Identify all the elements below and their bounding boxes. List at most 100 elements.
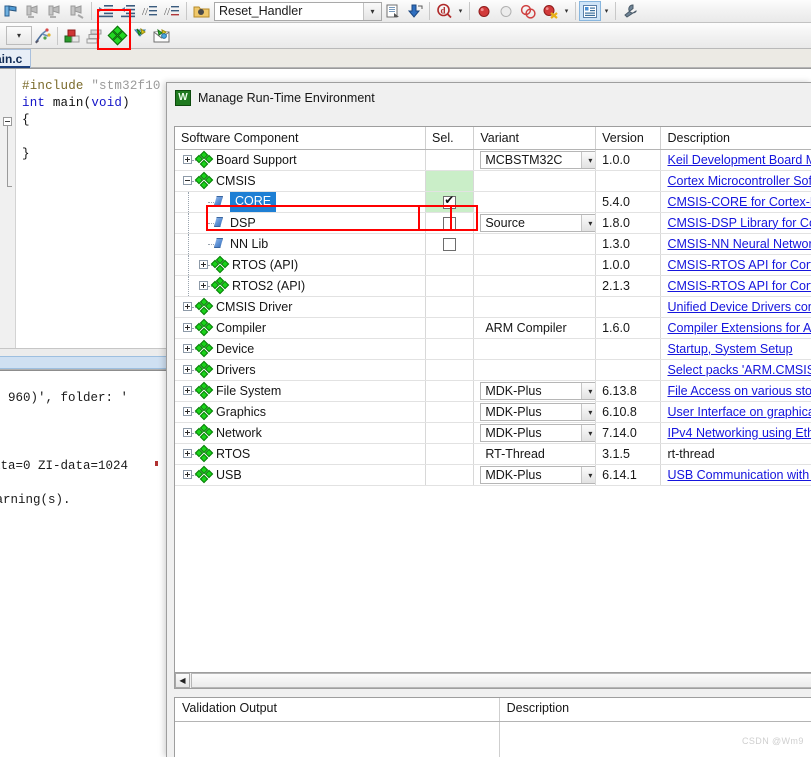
cell-select[interactable] — [425, 443, 475, 465]
cell-software-component[interactable]: File System — [175, 380, 427, 402]
expand-icon[interactable] — [199, 259, 208, 269]
cell-variant[interactable]: MDK-Plus ▾ — [473, 422, 597, 444]
cell-description[interactable]: Startup, System Setup — [660, 338, 811, 360]
table-row[interactable]: File System MDK-Plus ▾ 6.13.8 File Access on… — [175, 380, 811, 402]
chevron-down-icon[interactable]: ▾ — [561, 1, 572, 21]
table-row[interactable]: Drivers Select packs 'ARM.CMSIS.3.20.x — [175, 359, 811, 381]
cell-description[interactable]: CMSIS-RTOS API for Cortex-M, — [660, 275, 811, 297]
col-header-version[interactable]: Version — [595, 127, 662, 150]
component-select-checkbox[interactable] — [443, 193, 457, 209]
cell-software-component[interactable]: CORE — [175, 191, 427, 213]
cell-software-component[interactable]: USB — [175, 464, 427, 486]
debug-search-icon[interactable]: d — [433, 1, 455, 21]
software-component-table[interactable]: Software Component Sel. Variant Version … — [174, 126, 811, 681]
indent-increase-icon[interactable] — [95, 1, 117, 21]
cell-select[interactable] — [425, 275, 475, 297]
description-link[interactable]: CMSIS-RTOS API for Cortex-M, — [667, 279, 811, 293]
cell-variant[interactable] — [473, 275, 597, 297]
cell-software-component[interactable]: DSP — [175, 212, 427, 234]
description-link[interactable]: CMSIS-DSP Library for Cortex-M — [667, 216, 811, 230]
chevron-down-icon[interactable]: ▾ — [455, 1, 466, 21]
variant-dropdown[interactable]: MDK-Plus ▾ — [480, 382, 595, 400]
tab-main-c[interactable]: ain.c — [0, 49, 32, 68]
table-row[interactable]: Board Support MCBSTM32C ▾ 1.0.0 Keil Develop… — [175, 149, 811, 171]
expand-icon[interactable] — [199, 280, 208, 290]
scroll-left-arrow-icon[interactable]: ◀ — [175, 673, 190, 688]
build-icon[interactable] — [61, 26, 83, 46]
configure-tools-icon[interactable] — [619, 1, 641, 21]
cell-variant[interactable]: ARM Compiler — [473, 317, 597, 339]
cell-select[interactable] — [425, 170, 475, 192]
indent-decrease-icon[interactable] — [117, 1, 139, 21]
redo-icon[interactable] — [44, 1, 66, 21]
description-link[interactable]: Startup, System Setup — [667, 342, 792, 356]
description-link[interactable]: IPv4 Networking using Ethernet — [667, 426, 811, 440]
breakpoint-insert-icon[interactable] — [473, 1, 495, 21]
cell-software-component[interactable]: Device — [175, 338, 427, 360]
expand-icon[interactable] — [183, 406, 192, 416]
cell-variant[interactable] — [473, 296, 597, 318]
uncomment-lines-icon[interactable]: // — [161, 1, 183, 21]
target-select-dropdown[interactable]: ▾ — [6, 26, 32, 45]
cell-software-component[interactable]: Graphics — [175, 401, 427, 423]
component-select-checkbox[interactable] — [443, 216, 457, 230]
cell-description[interactable]: Select packs 'ARM.CMSIS.3.20.x — [660, 359, 811, 381]
pack-installer-icon[interactable] — [151, 26, 173, 46]
cell-software-component[interactable]: Compiler — [175, 317, 427, 339]
cell-select[interactable] — [425, 464, 475, 486]
breakpoint-disable-icon[interactable] — [495, 1, 517, 21]
cell-select[interactable] — [425, 212, 475, 234]
new-file-icon[interactable] — [0, 1, 22, 21]
cell-variant[interactable] — [473, 191, 597, 213]
variant-dropdown[interactable]: MDK-Plus ▾ — [480, 403, 595, 421]
variant-dropdown[interactable]: MCBSTM32C ▾ — [480, 151, 595, 169]
undo-icon[interactable] — [22, 1, 44, 21]
expand-icon[interactable] — [183, 322, 192, 332]
col-header-description[interactable]: Description — [660, 127, 811, 150]
expand-icon[interactable] — [183, 469, 192, 479]
cell-description[interactable]: CMSIS-NN Neural Network Libr — [660, 233, 811, 255]
table-horizontal-scrollbar[interactable]: ◀ — [174, 672, 811, 689]
batch-build-icon[interactable] — [83, 26, 105, 46]
col-header-variant[interactable]: Variant — [473, 127, 597, 150]
project-window-icon[interactable] — [579, 1, 601, 21]
validation-col-header-description[interactable]: Description — [500, 698, 811, 721]
options-for-target-icon[interactable] — [32, 26, 54, 46]
chevron-down-icon[interactable]: ▾ — [601, 1, 612, 21]
cell-software-component[interactable]: NN Lib — [175, 233, 427, 255]
bookmark-folder-icon[interactable] — [190, 1, 212, 21]
variant-dropdown[interactable]: Source ▾ — [480, 214, 595, 232]
description-link[interactable]: CMSIS-RTOS API for Cortex-M, — [667, 258, 811, 272]
col-header-sel[interactable]: Sel. — [425, 127, 475, 150]
cell-variant[interactable] — [473, 359, 597, 381]
component-select-checkbox[interactable] — [443, 237, 457, 251]
cell-software-component[interactable]: CMSIS Driver — [175, 296, 427, 318]
cell-description[interactable]: File Access on various storage d — [660, 380, 811, 402]
chevron-down-icon[interactable]: ▾ — [363, 2, 381, 20]
cell-software-component[interactable]: Drivers — [175, 359, 427, 381]
manage-runtime-environment-icon[interactable] — [105, 25, 129, 46]
table-row[interactable]: RTOS RT-Thread 3.1.5 rt-thread — [175, 443, 811, 465]
cell-select[interactable] — [425, 359, 475, 381]
cell-select[interactable] — [425, 401, 475, 423]
cell-variant[interactable] — [473, 254, 597, 276]
project-target-combo[interactable]: Reset_Handler ▾ — [214, 1, 382, 21]
cell-description[interactable]: CMSIS-DSP Library for Cortex-M — [660, 212, 811, 234]
expand-icon[interactable] — [183, 364, 192, 374]
cell-select[interactable] — [425, 422, 475, 444]
expand-icon[interactable] — [183, 427, 192, 437]
cell-select[interactable] — [425, 254, 475, 276]
cell-software-component[interactable]: Network — [175, 422, 427, 444]
chevron-down-icon[interactable]: ▾ — [581, 383, 595, 399]
expand-icon[interactable] — [183, 385, 192, 395]
cell-description[interactable]: CMSIS-CORE for Cortex-M, SC — [660, 191, 811, 213]
table-row[interactable]: NN Lib 1.3.0 CMSIS-NN Neural Network Libr — [175, 233, 811, 255]
download-to-target-icon[interactable] — [404, 1, 426, 21]
chevron-down-icon[interactable]: ▾ — [581, 425, 595, 441]
cell-description[interactable]: User Interface on graphical LCD — [660, 401, 811, 423]
table-row[interactable]: DSP Source ▾1.8.0 CMSIS-DSP Library for Cor… — [175, 212, 811, 234]
table-row[interactable]: USB MDK-Plus ▾ 6.14.1 USB Communication with… — [175, 464, 811, 486]
collapse-icon[interactable] — [183, 175, 192, 185]
cell-select[interactable] — [425, 233, 475, 255]
fold-toggle-icon[interactable] — [3, 117, 12, 126]
